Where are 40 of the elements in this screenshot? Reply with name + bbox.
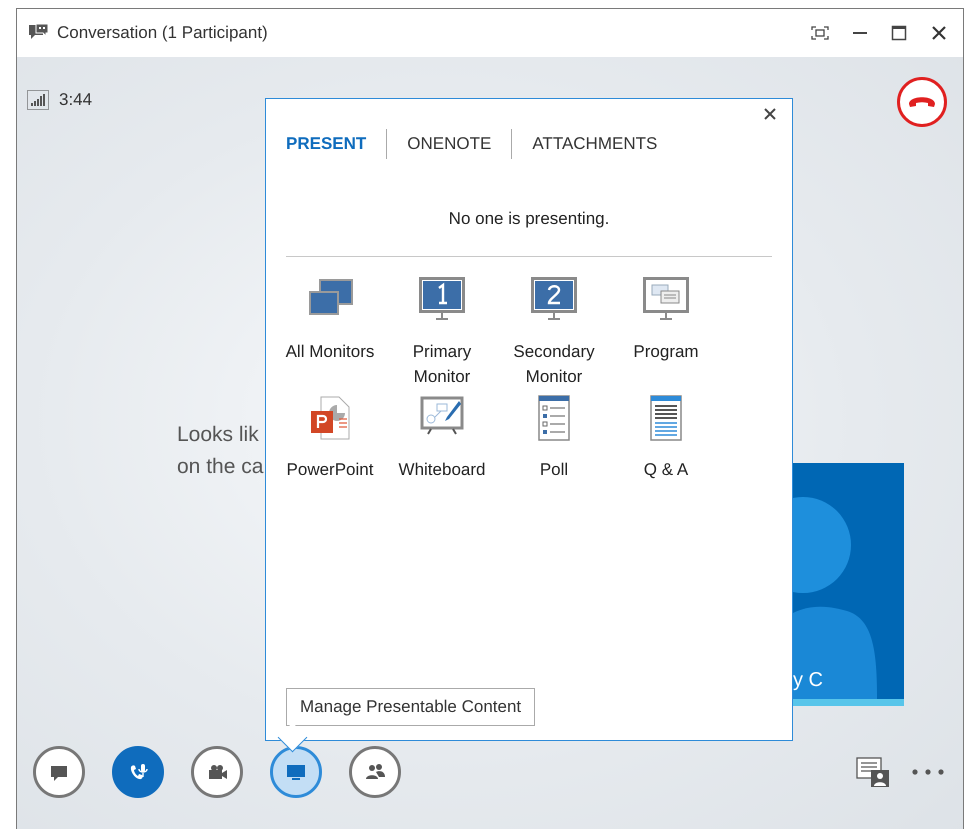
present-option[interactable]: Secondary Monitor xyxy=(498,277,610,391)
present-option[interactable]: Whiteboard xyxy=(386,395,498,509)
people-button[interactable] xyxy=(349,746,401,798)
chat-button[interactable] xyxy=(33,746,85,798)
present-option[interactable]: Poll xyxy=(498,395,610,509)
present-button[interactable] xyxy=(270,746,322,798)
panel-tab[interactable]: ONENOTE xyxy=(407,130,492,158)
monitor-icon xyxy=(419,277,465,323)
phone-icon xyxy=(909,97,935,107)
panel-tab[interactable]: PRESENT xyxy=(286,130,366,158)
video-button[interactable] xyxy=(191,746,243,798)
close-icon xyxy=(931,25,947,41)
participant-name: y C xyxy=(793,669,823,692)
message-text: on the ca xyxy=(177,454,264,480)
monitor-window-icon xyxy=(643,277,689,323)
message-text: Looks lik xyxy=(177,422,260,448)
hang-up-button[interactable] xyxy=(897,77,947,127)
maximize-icon xyxy=(891,25,907,41)
signal-icon xyxy=(27,90,49,110)
audio-button[interactable] xyxy=(112,746,164,798)
avatar-icon xyxy=(793,463,904,699)
more-options-button[interactable] xyxy=(911,768,945,776)
present-option[interactable]: Primary Monitor xyxy=(386,277,498,391)
minimize-icon xyxy=(853,32,867,34)
call-duration: 3:44 xyxy=(59,90,92,110)
present-option[interactable]: Q & A xyxy=(610,395,722,509)
panel-tab[interactable]: ATTACHMENTS xyxy=(532,130,658,158)
window-title: Conversation (1 Participant) xyxy=(57,23,268,43)
manage-content-button[interactable]: Manage Presentable Content xyxy=(286,688,536,726)
monitor-icon xyxy=(531,277,577,323)
present-option[interactable]: All Monitors xyxy=(274,277,386,391)
present-option[interactable]: PowerPoint xyxy=(274,395,386,509)
present-option[interactable]: Program xyxy=(610,277,722,391)
close-button[interactable] xyxy=(764,108,776,120)
contact-card-button[interactable] xyxy=(855,756,891,788)
more-icon xyxy=(911,768,945,776)
close-icon xyxy=(764,108,776,120)
full-screen-icon xyxy=(811,26,829,40)
status-text: No one is presenting. xyxy=(448,209,610,229)
contact-card-icon xyxy=(855,756,891,788)
